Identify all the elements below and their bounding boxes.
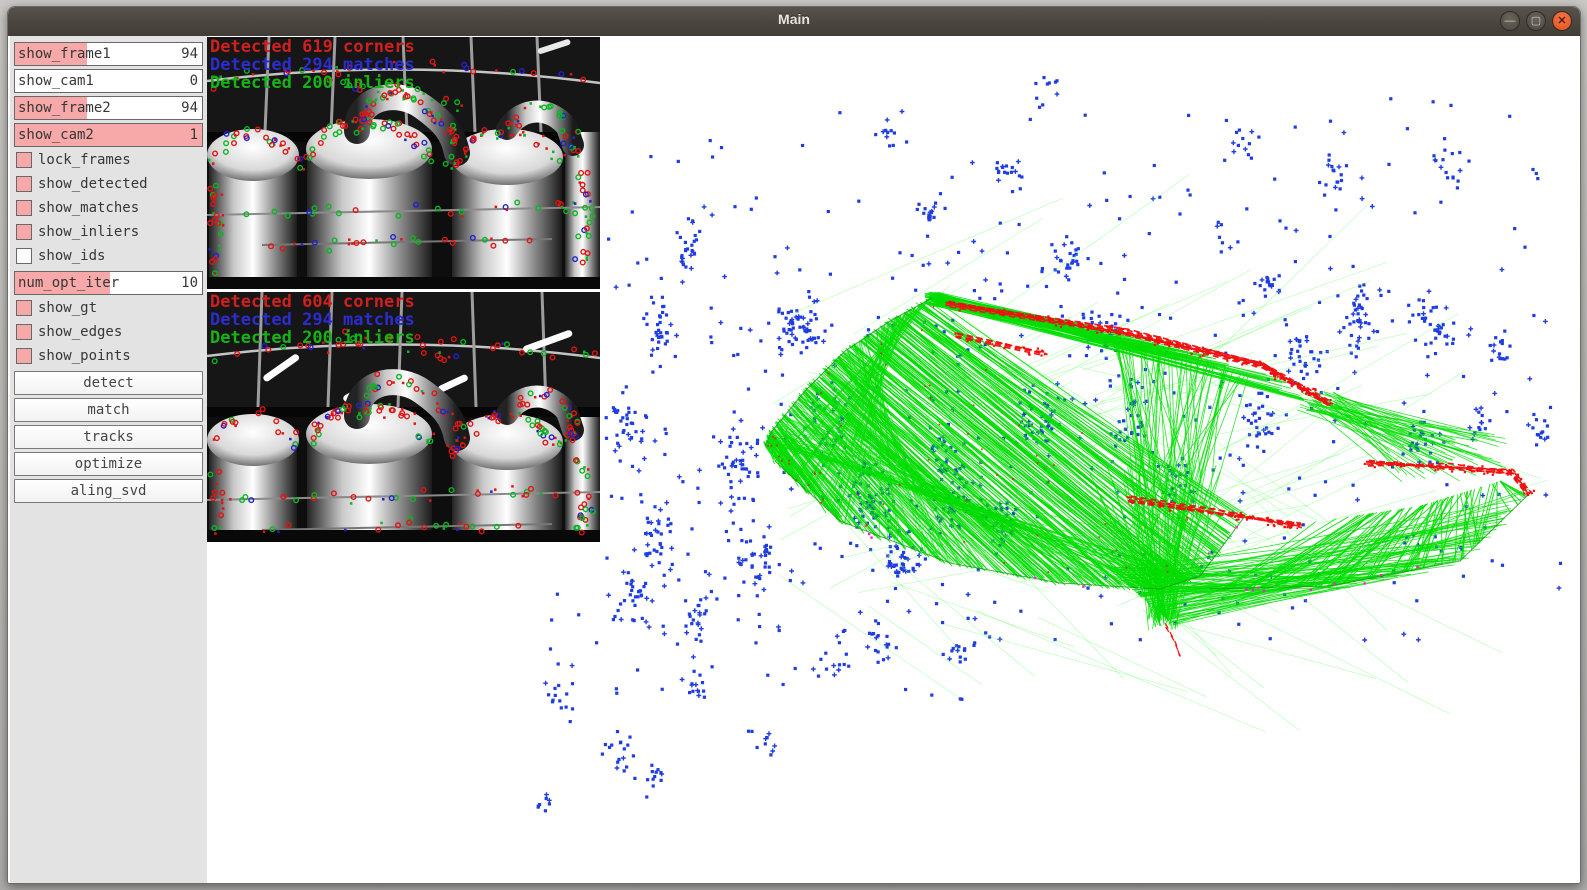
app-window: Main — ▢ ✕ show_frame1 94 show_cam1 0 show_f…	[7, 6, 1581, 884]
checkbox-label: show_gt	[38, 300, 97, 317]
overlay-line: Detected 294 matches	[210, 56, 415, 74]
checkbox-label: show_ids	[38, 248, 105, 265]
checkbox-label: show_matches	[38, 200, 139, 217]
checkbox-box[interactable]	[16, 176, 32, 192]
overlay-line: Detected 604 corners	[210, 293, 415, 311]
overlay-line: Detected 294 matches	[210, 311, 415, 329]
checkbox-box[interactable]	[16, 324, 32, 340]
slider-label: num_opt_iter	[18, 272, 119, 294]
checkbox-show_detected[interactable]: show_detected	[16, 176, 203, 195]
checkbox-show_edges[interactable]: show_edges	[16, 324, 203, 343]
slider-num_opt_iter[interactable]: num_opt_iter 10	[14, 271, 203, 295]
checkbox-box[interactable]	[16, 348, 32, 364]
slider-show_frame1[interactable]: show_frame1 94	[14, 42, 203, 66]
checkbox-label: show_points	[38, 348, 131, 365]
slider-label: show_cam1	[18, 70, 94, 92]
detection-overlay-text: Detected 619 cornersDetected 294 matches…	[210, 38, 415, 92]
minimize-button[interactable]: —	[1500, 11, 1520, 31]
slider-value: 10	[181, 272, 198, 294]
slider-label: show_frame1	[18, 43, 111, 65]
checkbox-label: show_inliers	[38, 224, 139, 241]
checkbox-show_matches[interactable]: show_matches	[16, 200, 203, 219]
slider-value: 94	[181, 97, 198, 119]
slider-label: show_cam2	[18, 124, 94, 146]
checkbox-box[interactable]	[16, 248, 32, 264]
checkbox-box[interactable]	[16, 224, 32, 240]
slider-show_cam2[interactable]: show_cam2 1	[14, 123, 203, 147]
detection-overlay-text: Detected 604 cornersDetected 294 matches…	[210, 293, 415, 347]
close-button[interactable]: ✕	[1552, 11, 1572, 31]
checkbox-box[interactable]	[16, 300, 32, 316]
checkbox-show_gt[interactable]: show_gt	[16, 300, 203, 319]
checkbox-label: show_edges	[38, 324, 122, 341]
checkbox-label: lock_frames	[38, 152, 131, 169]
checkbox-show_ids[interactable]: show_ids	[16, 248, 203, 267]
titlebar[interactable]: Main — ▢ ✕	[8, 7, 1580, 37]
slider-value: 94	[181, 43, 198, 65]
window-title: Main	[8, 11, 1580, 27]
checkbox-show_points[interactable]: show_points	[16, 348, 203, 367]
button-tracks[interactable]: tracks	[14, 425, 203, 449]
overlay-line: Detected 200 inliers	[210, 329, 415, 347]
button-match[interactable]: match	[14, 398, 203, 422]
control-panel: show_frame194show_cam10show_frame294show…	[10, 36, 207, 883]
overlay-line: Detected 200 inliers	[210, 74, 415, 92]
main-content: show_frame194show_cam10show_frame294show…	[8, 36, 1580, 883]
slider-show_frame2[interactable]: show_frame2 94	[14, 96, 203, 120]
overlay-line: Detected 619 corners	[210, 38, 415, 56]
checkbox-lock_frames[interactable]: lock_frames	[16, 152, 203, 171]
checkbox-show_inliers[interactable]: show_inliers	[16, 224, 203, 243]
checkbox-box[interactable]	[16, 152, 32, 168]
button-optimize[interactable]: optimize	[14, 452, 203, 476]
button-detect[interactable]: detect	[14, 371, 203, 395]
checkbox-label: show_detected	[38, 176, 148, 193]
slider-label: show_frame2	[18, 97, 111, 119]
slider-value: 1	[190, 124, 198, 146]
slider-show_cam1[interactable]: show_cam1 0	[14, 69, 203, 93]
camera-view-2[interactable]: Detected 604 cornersDetected 294 matches…	[207, 292, 600, 542]
checkbox-box[interactable]	[16, 200, 32, 216]
button-aling_svd[interactable]: aling_svd	[14, 479, 203, 503]
camera-view-1[interactable]: Detected 619 cornersDetected 294 matches…	[207, 37, 600, 289]
maximize-button[interactable]: ▢	[1526, 11, 1546, 31]
slider-value: 0	[190, 70, 198, 92]
